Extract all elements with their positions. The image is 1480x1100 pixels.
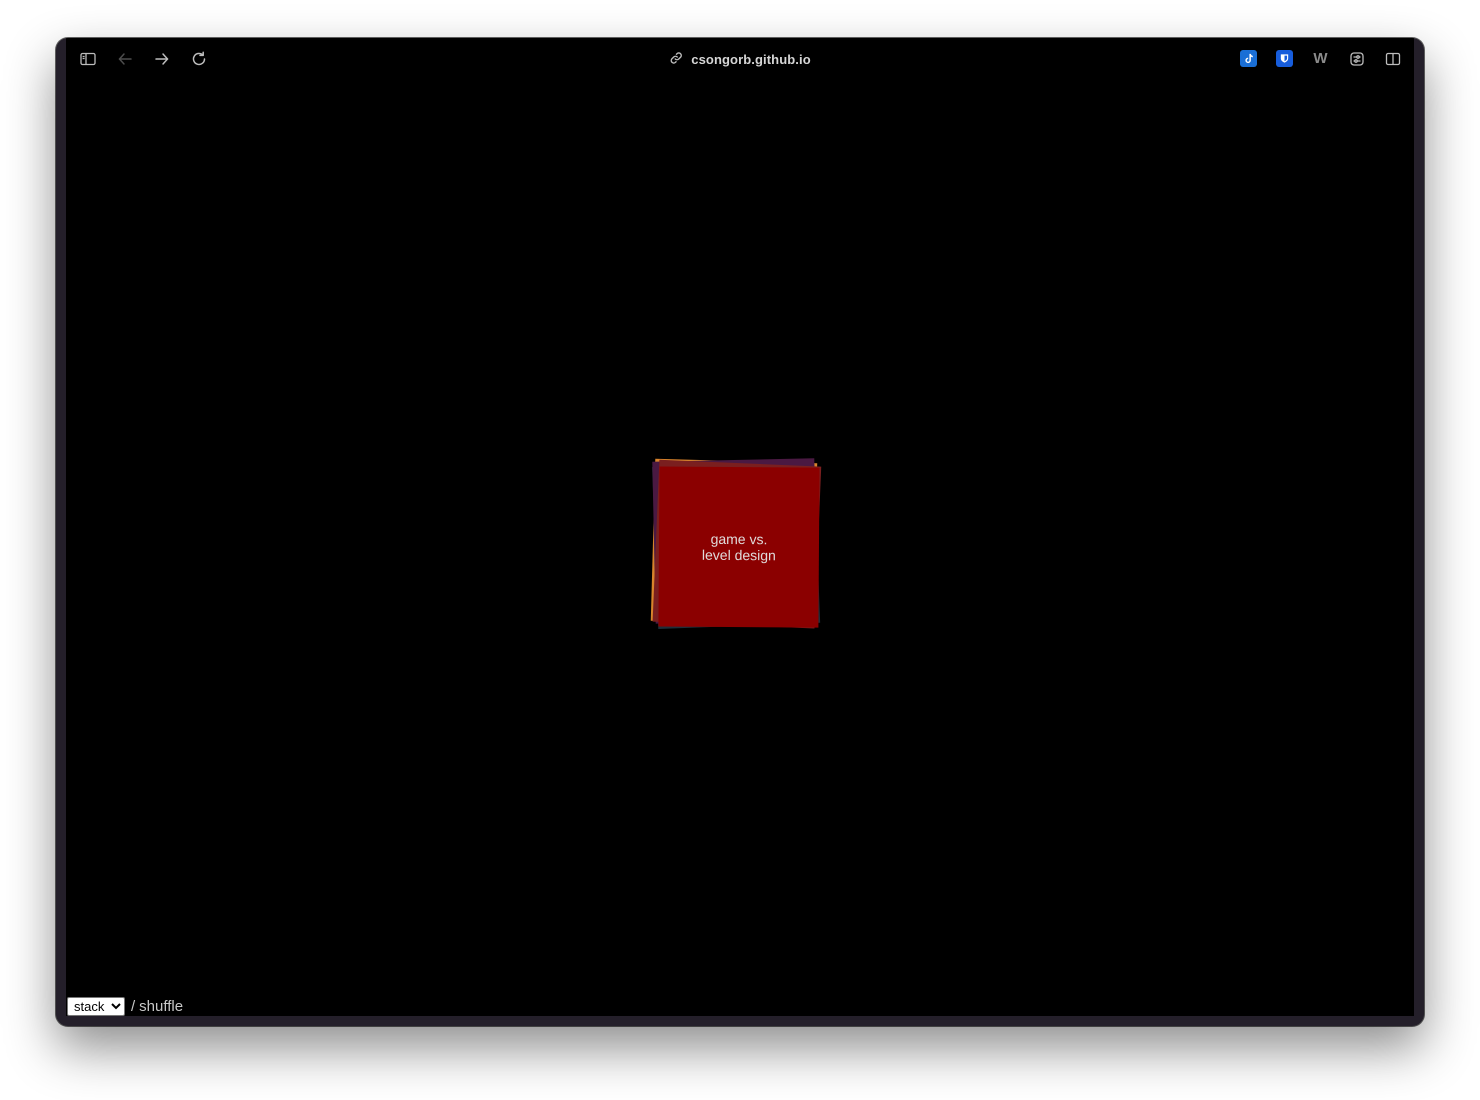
forward-arrow-icon[interactable] — [150, 47, 174, 71]
separator: / — [131, 997, 136, 1015]
link-icon — [669, 51, 683, 68]
address-bar[interactable]: csongorb.github.io — [669, 51, 811, 68]
settings-extension-icon[interactable] — [1348, 50, 1365, 67]
mode-select[interactable]: stack — [67, 996, 125, 1016]
bitwarden-extension-icon[interactable] — [1276, 50, 1293, 67]
card-label: game vs. level design — [701, 530, 776, 564]
wikiwand-extension-icon[interactable]: W — [1312, 50, 1329, 67]
split-view-icon[interactable] — [1384, 50, 1401, 67]
shuffle-link[interactable]: shuffle — [139, 998, 183, 1015]
bottom-controls: stack / shuffle — [67, 996, 183, 1016]
address-text: csongorb.github.io — [691, 52, 811, 67]
back-arrow-icon[interactable] — [113, 47, 137, 71]
shuffle-controls: / shuffle — [131, 998, 183, 1015]
browser-window: csongorb.github.io W game vs. level desi… — [56, 38, 1424, 1026]
sidebar-icon[interactable] — [76, 47, 100, 71]
browser-toolbar: csongorb.github.io W — [66, 38, 1414, 81]
page-content: game vs. level design stack / shuffle — [66, 80, 1414, 1016]
reload-icon[interactable] — [187, 47, 211, 71]
card-stack-top[interactable]: game vs. level design — [658, 466, 820, 628]
tiktok-extension-icon[interactable] — [1240, 50, 1257, 67]
